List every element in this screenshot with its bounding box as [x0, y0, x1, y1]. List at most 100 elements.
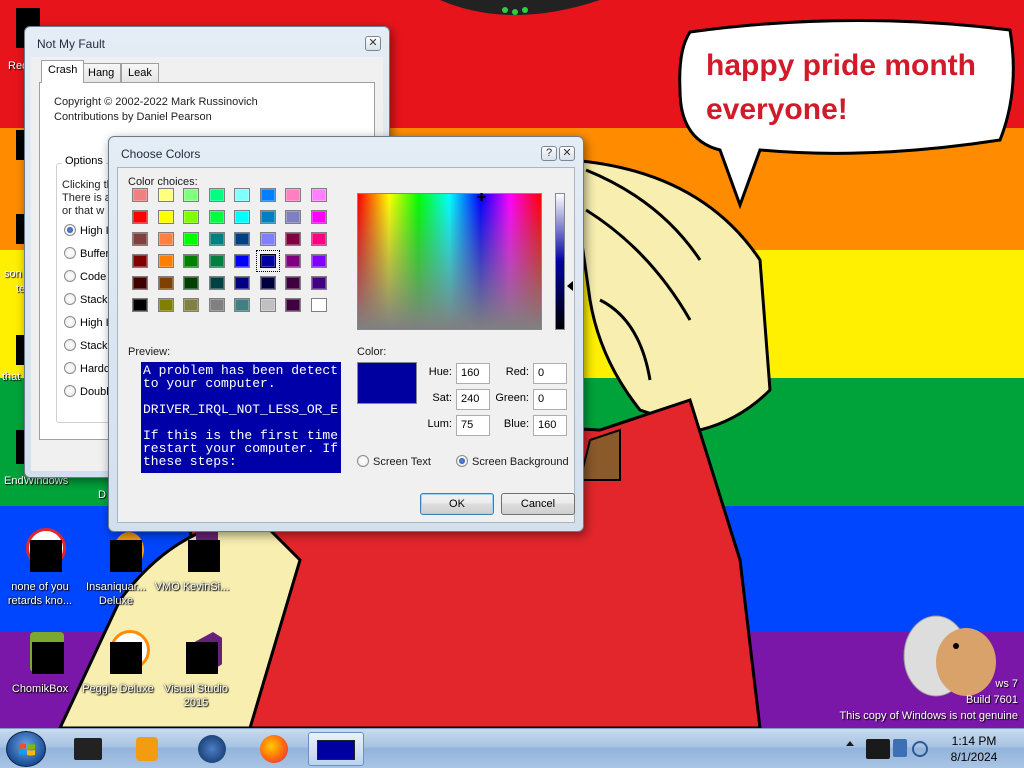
screen-background-radio[interactable]	[456, 455, 468, 467]
radio[interactable]	[64, 362, 76, 374]
desktop-icon-peggle-deluxe[interactable]: Peggle Deluxe	[78, 630, 158, 696]
color-swatch[interactable]	[310, 298, 327, 312]
color-swatch[interactable]	[259, 188, 276, 202]
color-swatch[interactable]	[234, 254, 250, 268]
color-swatch[interactable]	[310, 232, 327, 246]
color-swatch[interactable]	[310, 276, 327, 290]
color-swatch[interactable]	[234, 188, 250, 202]
color-swatch[interactable]	[259, 232, 276, 246]
color-swatch[interactable]	[234, 210, 250, 224]
color-swatch[interactable]	[285, 254, 301, 268]
radio[interactable]	[64, 293, 76, 305]
hue-input[interactable]: 160	[456, 363, 490, 384]
color-swatch[interactable]	[183, 210, 199, 224]
color-swatch[interactable]	[157, 298, 174, 312]
color-spectrum[interactable]: ✚	[357, 192, 542, 330]
color-swatch[interactable]	[208, 188, 225, 202]
start-button[interactable]	[6, 731, 46, 767]
red-input[interactable]: 0	[533, 363, 567, 384]
tab-leak[interactable]: Leak	[121, 63, 159, 83]
show-hidden-icons-arrow-icon[interactable]	[846, 741, 854, 746]
green-input[interactable]: 0	[533, 389, 567, 410]
luminosity-bar[interactable]	[555, 193, 565, 330]
color-swatch[interactable]	[183, 276, 199, 290]
screen-text-radio[interactable]	[357, 455, 369, 467]
color-swatch[interactable]	[132, 232, 148, 246]
screen-background-option[interactable]: Screen Background	[456, 455, 569, 468]
color-swatch[interactable]	[132, 254, 148, 268]
radio[interactable]	[64, 316, 76, 328]
color-swatch[interactable]	[208, 232, 225, 246]
color-swatch[interactable]	[183, 298, 199, 312]
taskbar-item-app-1[interactable]	[60, 732, 116, 766]
color-swatch[interactable]	[285, 188, 301, 202]
desktop-icon-vmo-kevinsi[interactable]: VMO KevinSi...	[152, 528, 232, 594]
desktop-icon-insaniquarium[interactable]: Insaniquar... Deluxe	[76, 528, 156, 608]
color-swatch[interactable]	[208, 276, 225, 290]
ok-button[interactable]: OK	[420, 493, 494, 515]
taskbar-item-choose-colors[interactable]	[308, 732, 364, 766]
radio-selected[interactable]	[64, 224, 76, 236]
desktop-icon-chomikbox[interactable]: ChomikBox	[0, 630, 80, 696]
color-swatch[interactable]	[310, 254, 327, 268]
desktop-icon-visual-studio[interactable]: Visual Studio 2015	[156, 630, 236, 710]
color-swatch[interactable]	[132, 298, 148, 312]
close-button[interactable]: ✕	[559, 146, 575, 161]
color-swatch[interactable]	[285, 276, 301, 290]
sat-input[interactable]: 240	[456, 389, 490, 410]
blue-input[interactable]: 160	[533, 415, 567, 436]
desktop-icon-none-of-you[interactable]: none of you retards kno...	[0, 528, 80, 608]
option-stack-overflow[interactable]: Stack	[64, 339, 108, 352]
radio[interactable]	[64, 385, 76, 397]
color-swatch[interactable]	[183, 188, 199, 202]
color-swatch[interactable]	[157, 276, 174, 290]
color-swatch[interactable]	[234, 232, 250, 246]
color-swatch[interactable]	[157, 254, 174, 268]
radio[interactable]	[64, 339, 76, 351]
lum-input[interactable]: 75	[456, 415, 490, 436]
color-swatch[interactable]	[208, 254, 225, 268]
radio[interactable]	[64, 270, 76, 282]
color-swatch[interactable]	[255, 250, 280, 272]
color-swatch[interactable]	[157, 210, 174, 224]
color-swatch[interactable]	[285, 210, 301, 224]
color-swatch[interactable]	[157, 188, 174, 202]
taskbar-item-globe[interactable]	[184, 732, 240, 766]
volume-icon[interactable]	[912, 741, 928, 757]
color-swatch[interactable]	[259, 210, 276, 224]
option-buffer-overflow[interactable]: Buffer	[64, 247, 109, 260]
cancel-button[interactable]: Cancel	[501, 493, 575, 515]
color-swatch[interactable]	[285, 232, 301, 246]
tab-hang[interactable]: Hang	[81, 63, 122, 83]
color-swatch[interactable]	[234, 276, 250, 290]
tab-crash[interactable]: Crash	[41, 60, 85, 83]
close-icon: ✕	[562, 147, 572, 159]
network-icon[interactable]	[893, 739, 907, 757]
color-swatch[interactable]	[183, 232, 199, 246]
radio[interactable]	[64, 247, 76, 259]
color-swatch[interactable]	[234, 298, 250, 312]
taskbar-clock[interactable]: 1:14 PM 8/1/2024	[936, 733, 1012, 765]
color-swatch[interactable]	[208, 298, 225, 312]
color-swatch[interactable]	[157, 232, 174, 246]
color-swatch[interactable]	[259, 298, 276, 312]
color-swatch[interactable]	[310, 210, 327, 224]
clock-time: 1:14 PM	[951, 734, 997, 748]
color-swatch[interactable]	[132, 188, 148, 202]
speech-bubble-text: happy pride month everyone!	[706, 49, 976, 126]
color-swatch[interactable]	[259, 276, 276, 290]
color-swatch[interactable]	[310, 188, 327, 202]
color-swatch[interactable]	[285, 298, 301, 312]
option-stack-trash[interactable]: Stack	[64, 293, 108, 306]
screen-text-option[interactable]: Screen Text	[357, 455, 431, 468]
help-button[interactable]: ?	[541, 146, 557, 161]
taskbar-item-media-player[interactable]	[120, 732, 176, 766]
tray-app-icon[interactable]	[866, 739, 890, 759]
color-swatch[interactable]	[132, 276, 148, 290]
color-swatch[interactable]	[183, 254, 199, 268]
color-swatch[interactable]	[208, 210, 225, 224]
luminosity-arrow-icon[interactable]	[567, 281, 573, 291]
taskbar-item-firefox[interactable]	[246, 732, 302, 766]
close-button[interactable]: ✕	[365, 36, 381, 51]
color-swatch[interactable]	[132, 210, 148, 224]
